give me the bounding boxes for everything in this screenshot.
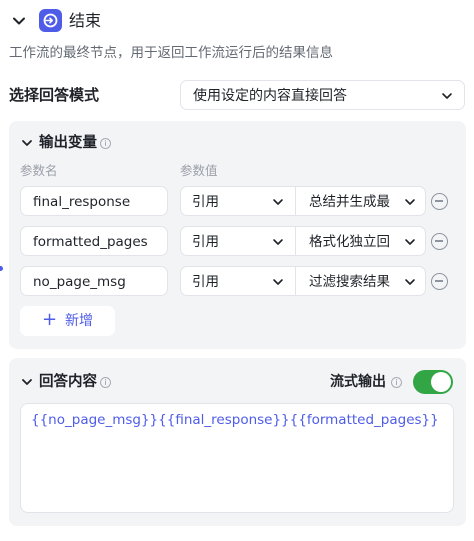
output-variables-panel: 输出变量 i 参数名 参数值 final_response 引用 总结并生成最 … xyxy=(9,121,466,349)
chevron-down-icon[interactable] xyxy=(403,275,417,289)
chevron-down-icon[interactable] xyxy=(271,275,285,289)
chevron-down-icon[interactable] xyxy=(271,195,285,209)
chevron-down-icon[interactable] xyxy=(20,375,34,389)
chevron-down-icon[interactable] xyxy=(403,235,417,249)
variable-name-value: final_response xyxy=(33,194,131,210)
connection-handle[interactable] xyxy=(0,266,3,271)
value-type-select[interactable]: 引用 xyxy=(192,273,219,291)
chevron-down-icon[interactable] xyxy=(20,136,34,150)
answer-content-panel: 回答内容 i 流式输出 i {{no_page_msg}}{{final_res… xyxy=(9,358,466,526)
node-title: 结束 xyxy=(69,11,102,30)
info-icon[interactable]: i xyxy=(391,377,402,388)
answer-mode-value: 使用设定的内容直接回答 xyxy=(193,88,347,104)
divider xyxy=(295,187,296,215)
variable-value-field: 引用 格式化独立回 xyxy=(180,226,426,256)
variable-name-input[interactable]: final_response xyxy=(20,186,168,216)
remove-circle-icon[interactable] xyxy=(431,233,448,250)
divider xyxy=(295,227,296,255)
value-type-select[interactable]: 引用 xyxy=(192,193,219,211)
stream-output-label: 流式输出 xyxy=(330,374,386,390)
toggle-knob xyxy=(431,372,451,392)
node-header: 结束 xyxy=(0,6,474,36)
end-node-icon xyxy=(39,9,62,32)
column-header-value: 参数值 xyxy=(180,163,218,178)
value-source-select[interactable]: 过滤搜索结果 xyxy=(309,273,395,291)
variable-name-input[interactable]: no_page_msg xyxy=(20,266,168,296)
answer-content-text: {{no_page_msg}}{{final_response}}{{forma… xyxy=(31,412,439,428)
chevron-down-icon[interactable] xyxy=(10,12,28,30)
add-variable-label: 新增 xyxy=(65,313,93,329)
plus-icon: + xyxy=(42,309,58,330)
remove-circle-icon[interactable] xyxy=(431,193,448,210)
answer-content-editor[interactable]: {{no_page_msg}}{{final_response}}{{forma… xyxy=(20,403,454,513)
chevron-down-icon xyxy=(442,93,452,99)
variable-name-value: no_page_msg xyxy=(33,274,126,290)
output-variables-title: 输出变量 xyxy=(39,135,97,151)
variable-value-field: 引用 总结并生成最 xyxy=(180,186,426,216)
remove-circle-icon[interactable] xyxy=(431,273,448,290)
chevron-down-icon[interactable] xyxy=(271,235,285,249)
value-source-select[interactable]: 总结并生成最 xyxy=(309,193,395,211)
answer-content-title: 回答内容 xyxy=(39,374,97,390)
value-type-select[interactable]: 引用 xyxy=(192,233,219,251)
info-icon[interactable]: i xyxy=(100,138,111,149)
chevron-down-icon[interactable] xyxy=(403,195,417,209)
add-variable-button[interactable]: + 新增 xyxy=(20,306,115,336)
variable-value-field: 引用 过滤搜索结果 xyxy=(180,266,426,296)
divider xyxy=(295,267,296,295)
variable-name-input[interactable]: formatted_pages xyxy=(20,226,168,256)
variable-name-value: formatted_pages xyxy=(33,234,148,250)
stream-output-toggle[interactable] xyxy=(413,370,453,394)
answer-mode-select[interactable]: 使用设定的内容直接回答 xyxy=(180,80,465,110)
info-icon[interactable]: i xyxy=(100,377,111,388)
value-source-select[interactable]: 格式化独立回 xyxy=(309,233,395,251)
node-description: 工作流的最终节点，用于返回工作流运行后的结果信息 xyxy=(9,45,333,61)
answer-mode-label: 选择回答模式 xyxy=(9,86,100,104)
column-header-name: 参数名 xyxy=(20,163,58,178)
